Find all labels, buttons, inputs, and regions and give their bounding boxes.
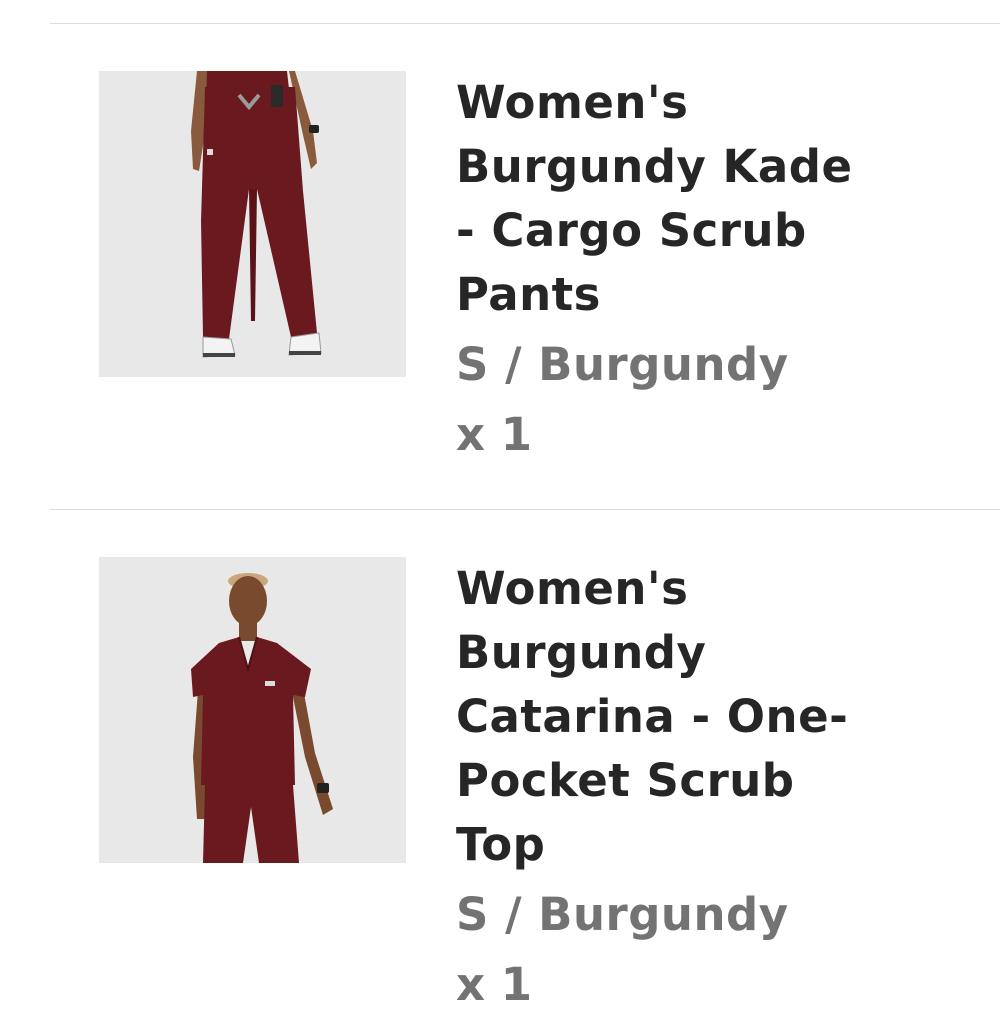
product-info: Women's Burgundy Catarina - One- Pocket … — [456, 557, 976, 1017]
product-variant: S / Burgundy — [456, 888, 789, 941]
top-divider — [50, 23, 1000, 24]
product-title-line: Women's — [456, 562, 689, 615]
product-title[interactable]: Women's Burgundy Catarina - One- Pocket … — [456, 557, 976, 877]
product-title-line: Pants — [456, 268, 601, 321]
product-title-line: - Cargo Scrub — [456, 204, 807, 257]
product-quantity: x 1 — [456, 958, 533, 1011]
product-title-line: Catarina - One- — [456, 690, 849, 743]
product-title-line: Women's — [456, 76, 689, 129]
product-title-line: Burgundy — [456, 626, 707, 679]
product-title-line: Pocket Scrub — [456, 754, 795, 807]
product-quantity: x 1 — [456, 408, 533, 461]
product-image-top[interactable] — [99, 557, 406, 863]
scrub-pants-photo-icon — [99, 71, 406, 377]
product-title-line: Top — [456, 818, 546, 871]
scrub-top-photo-icon — [99, 557, 406, 863]
product-image-pants[interactable] — [99, 71, 406, 377]
product-info: Women's Burgundy Kade - Cargo Scrub Pant… — [456, 71, 976, 467]
product-variant: S / Burgundy — [456, 338, 789, 391]
product-title[interactable]: Women's Burgundy Kade - Cargo Scrub Pant… — [456, 71, 976, 327]
product-title-line: Burgundy Kade — [456, 140, 853, 193]
item-divider — [50, 509, 1000, 510]
